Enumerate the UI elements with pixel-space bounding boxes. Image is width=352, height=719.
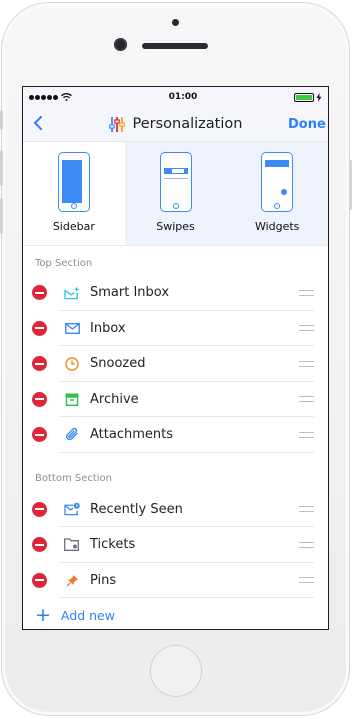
smart-inbox-icon: [64, 285, 80, 301]
plus-icon: +: [35, 603, 51, 626]
delete-icon[interactable]: [32, 320, 47, 336]
mode-swipes[interactable]: Swipes: [124, 142, 227, 245]
divider: [59, 597, 314, 598]
item-label: Smart Inbox: [90, 285, 170, 301]
reorder-handle[interactable]: [299, 289, 314, 296]
back-button[interactable]: [33, 113, 63, 135]
delete-icon[interactable]: [32, 501, 47, 517]
reorder-handle[interactable]: [299, 431, 314, 438]
paperclip-icon: [64, 427, 80, 443]
done-button[interactable]: Done: [288, 117, 326, 132]
mode-sidebar[interactable]: Sidebar: [23, 142, 125, 245]
sidebar-preview-icon: [57, 152, 90, 212]
archive-icon: [64, 391, 80, 407]
reorder-handle[interactable]: [299, 541, 314, 548]
list-item: Tickets: [23, 527, 328, 563]
navigation-bar: Personalization Done: [23, 107, 328, 142]
reorder-handle[interactable]: [299, 325, 314, 332]
item-label: Attachments: [90, 427, 173, 443]
battery-icon: [294, 92, 322, 102]
list-item: Smart Inbox: [23, 275, 328, 311]
widgets-preview-icon: [261, 152, 294, 212]
top-section-header: Top Section: [35, 258, 93, 269]
add-new-button[interactable]: + Add new: [23, 598, 328, 629]
mute-switch: [0, 110, 3, 130]
item-label: Snoozed: [90, 356, 146, 372]
page-title: Personalization: [132, 116, 243, 132]
status-bar: 01:00: [23, 87, 328, 107]
delete-icon[interactable]: [32, 356, 47, 372]
reorder-handle[interactable]: [299, 396, 314, 403]
item-label: Tickets: [90, 537, 136, 553]
sliders-icon: [108, 116, 125, 132]
list-item: Recently Seen: [23, 492, 328, 527]
delete-icon[interactable]: [32, 537, 47, 553]
home-button[interactable]: [150, 645, 202, 697]
clock-icon: [64, 356, 80, 372]
delete-icon[interactable]: [32, 427, 47, 443]
delete-icon[interactable]: [32, 391, 47, 407]
item-label: Recently Seen: [90, 501, 183, 517]
reorder-handle[interactable]: [299, 506, 314, 513]
swipes-preview-icon: [159, 152, 192, 212]
mode-widgets[interactable]: Widgets: [226, 142, 328, 245]
volume-down-button: [0, 198, 3, 234]
reorder-handle[interactable]: [299, 577, 314, 584]
delete-icon[interactable]: [32, 572, 47, 588]
item-label: Archive: [90, 391, 139, 407]
inbox-icon: [64, 320, 80, 336]
delete-icon[interactable]: [32, 285, 47, 301]
pin-icon: [64, 572, 80, 588]
list-item: Attachments: [23, 417, 328, 453]
list-item: Inbox: [23, 311, 328, 346]
signal-strength-icon: [29, 94, 58, 100]
mode-selector: Sidebar Swipes Widgets: [23, 142, 328, 246]
divider: [59, 451, 314, 453]
app-screen: 01:00 Personalization Done Sidebar Swipe…: [22, 86, 329, 630]
bottom-section-header: Bottom Section: [35, 472, 113, 484]
front-camera: [114, 38, 127, 51]
volume-up-button: [0, 150, 3, 186]
item-label: Inbox: [90, 320, 126, 336]
wifi-icon: [61, 93, 72, 101]
item-label: Pins: [90, 572, 117, 588]
nav-title-group: Personalization: [108, 116, 243, 133]
earpiece-speaker: [142, 43, 208, 49]
add-new-label: Add new: [60, 607, 115, 623]
recently-seen-icon: [64, 501, 80, 517]
reorder-handle[interactable]: [299, 360, 314, 367]
mode-label: Swipes: [156, 220, 195, 233]
mode-label: Widgets: [254, 220, 300, 233]
list-item: Archive: [23, 382, 328, 417]
list-item: Snoozed: [23, 346, 328, 382]
proximity-sensor: [172, 19, 179, 26]
chevron-left-icon: [34, 116, 42, 130]
signal-group: [29, 93, 72, 101]
list-item: Pins: [23, 563, 328, 598]
mode-label: Sidebar: [52, 220, 95, 233]
folder-icon: [64, 537, 80, 553]
status-time: 01:00: [168, 92, 198, 102]
